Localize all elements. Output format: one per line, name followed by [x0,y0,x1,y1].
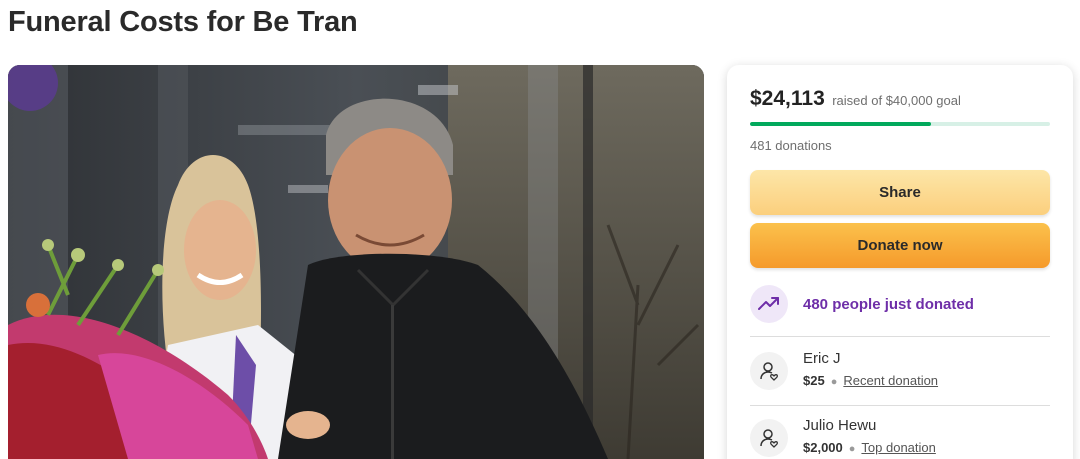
top-donation-link[interactable]: Top donation [861,440,935,455]
trending-up-icon [750,285,788,323]
share-button[interactable]: Share [750,170,1050,215]
separator-dot: ● [830,376,838,388]
page-title: Funeral Costs for Be Tran [8,6,358,38]
amount-raised-row: $24,113 raised of $40,000 goal [750,87,961,111]
donor-amount: $2,000 [803,440,843,455]
separator-dot: ● [848,443,856,455]
donor-name: Eric J [803,350,841,367]
goal-text: raised of $40,000 goal [832,93,961,108]
donor-item: Julio Hewu $2,000 ● Top donation [750,417,1050,459]
donate-now-button[interactable]: Donate now [750,223,1050,268]
donation-card: $24,113 raised of $40,000 goal 481 donat… [727,65,1073,459]
donor-amount: $25 [803,373,825,388]
progress-bar [750,122,1050,126]
donation-count: 481 donations [750,138,832,153]
recent-activity-text: 480 people just donated [803,295,974,313]
progress-bar-fill [750,122,931,126]
recent-activity-row: 480 people just donated [750,284,1050,324]
campaign-photo[interactable] [8,65,704,459]
recent-donation-link[interactable]: Recent donation [843,373,938,388]
divider [750,336,1050,337]
donor-item: Eric J $25 ● Recent donation [750,350,1050,394]
campaign-photo-image [8,65,704,459]
donor-name: Julio Hewu [803,417,877,434]
donor-avatar-icon [750,352,788,390]
raised-amount: $24,113 [750,87,825,110]
divider [750,405,1050,406]
donor-avatar-icon [750,419,788,457]
fundraiser-page: Funeral Costs for Be Tran $24,113 raised… [0,0,1080,459]
